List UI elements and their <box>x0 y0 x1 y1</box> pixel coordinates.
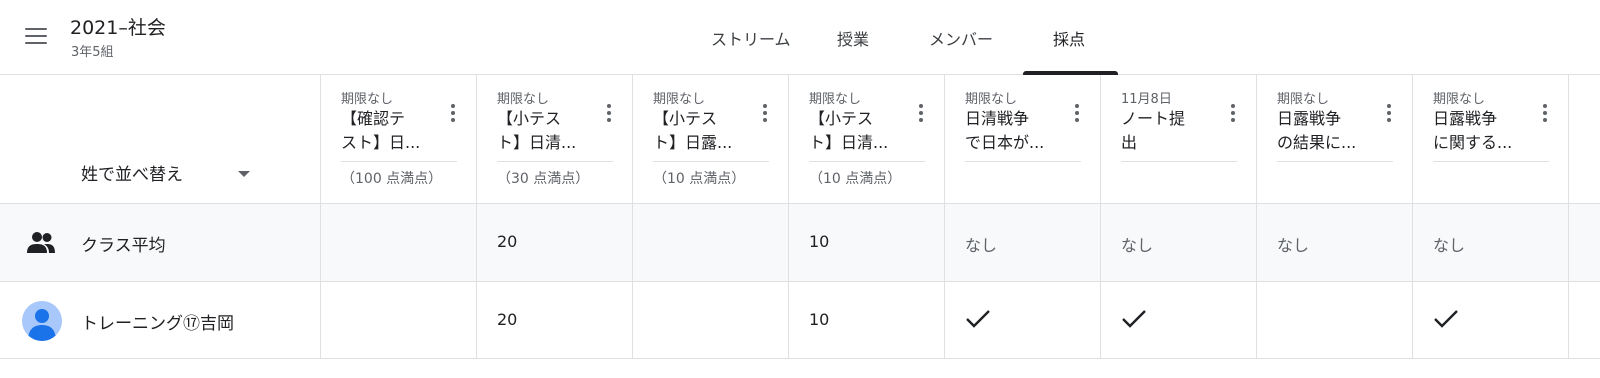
class-section: 3年5組 <box>71 45 114 60</box>
due-date: 期限なし <box>653 92 706 107</box>
divider <box>653 161 769 162</box>
average-cell: 20 <box>477 204 633 281</box>
student-name[interactable]: トレーニング⑰吉岡 <box>81 309 234 334</box>
sort-header-cell: 姓で並べ替え <box>0 75 321 203</box>
assignment-header: 期限なし 【小テス ト】日清... （10 点満点） <box>789 75 945 203</box>
menu-icon-bar <box>25 35 47 37</box>
assignment-title[interactable]: 日露戦争 に関する... <box>1433 107 1537 155</box>
assignment-title[interactable]: 【小テス ト】日露... <box>653 107 757 155</box>
tab-stream[interactable]: ストリーム <box>695 0 837 75</box>
divider <box>1121 161 1237 162</box>
assignment-header: 期限なし 日清戦争 で日本が... <box>945 75 1101 203</box>
class-average-row: クラス平均 20 10 なし なし なし なし <box>0 204 1600 282</box>
grade-cell[interactable] <box>633 282 789 358</box>
due-date: 期限なし <box>809 92 862 107</box>
sort-by-last-name-select[interactable]: 姓で並べ替え <box>81 160 183 185</box>
due-date: 期限なし <box>965 92 1018 107</box>
assignment-header: 期限なし 【確認テ スト】日... （100 点満点） <box>321 75 477 203</box>
avatar-person-icon <box>28 309 56 341</box>
assignment-header: 期限なし 【小テス ト】日清... （30 点満点） <box>477 75 633 203</box>
assignment-header: 期限なし 日露戦争 に関する... <box>1413 75 1569 203</box>
average-cell <box>633 204 789 281</box>
divider <box>965 161 1081 162</box>
checkmark-icon <box>966 310 990 328</box>
assignment-header: 期限なし 日露戦争 の結果に... <box>1257 75 1413 203</box>
due-date: 期限なし <box>341 92 394 107</box>
main-menu-button[interactable] <box>20 20 52 52</box>
menu-icon-bar <box>25 28 47 30</box>
assignment-title[interactable]: 【小テス ト】日清... <box>497 107 601 155</box>
due-date: 期限なし <box>497 92 550 107</box>
grades-table: 姓で並べ替え 期限なし 【確認テ スト】日... （100 点満点） 期限なし 【… <box>0 75 1600 359</box>
assignment-header-row: 姓で並べ替え 期限なし 【確認テ スト】日... （100 点満点） 期限なし 【… <box>0 75 1600 204</box>
grade-cell[interactable] <box>1101 282 1257 358</box>
divider <box>1433 161 1549 162</box>
divider <box>341 161 457 162</box>
more-vert-icon[interactable] <box>445 101 461 125</box>
average-cell <box>321 204 477 281</box>
more-vert-icon[interactable] <box>1069 101 1085 125</box>
assignment-title[interactable]: 日露戦争 の結果に... <box>1277 107 1381 155</box>
average-cell: 10 <box>789 204 945 281</box>
grade-cell[interactable] <box>945 282 1101 358</box>
assignment-title[interactable]: 【小テス ト】日清... <box>809 107 913 155</box>
menu-icon-bar <box>25 42 47 44</box>
student-name-cell: トレーニング⑰吉岡 <box>0 282 321 358</box>
assignment-header: 期限なし 【小テス ト】日露... （10 点満点） <box>633 75 789 203</box>
grade-cell[interactable]: 20 <box>477 282 633 358</box>
grade-cell[interactable] <box>321 282 477 358</box>
tab-grades[interactable]: 採点 <box>1023 0 1145 75</box>
app-header: 2021–社会 3年5組 ストリーム 授業 メンバー 採点 <box>0 0 1600 75</box>
divider <box>497 161 613 162</box>
average-cell: なし <box>1413 204 1569 281</box>
more-vert-icon[interactable] <box>1381 101 1397 125</box>
due-date: 11月8日 <box>1121 92 1172 107</box>
class-title[interactable]: 2021–社会 <box>70 13 166 40</box>
class-average-label: クラス平均 <box>81 236 166 256</box>
max-points: （10 点満点） <box>653 171 746 187</box>
tab-classwork[interactable]: 授業 <box>837 0 929 75</box>
average-cell: なし <box>1257 204 1413 281</box>
average-cell: なし <box>945 204 1101 281</box>
checkmark-icon <box>1122 310 1146 328</box>
divider <box>809 161 925 162</box>
dropdown-arrow-icon[interactable] <box>238 171 250 177</box>
average-cell: なし <box>1101 204 1257 281</box>
max-points: （30 点満点） <box>497 171 590 187</box>
due-date: 期限なし <box>1433 92 1486 107</box>
assignment-header: 11月8日 ノート提出 <box>1101 75 1257 203</box>
student-row: トレーニング⑰吉岡 20 10 <box>0 282 1600 359</box>
class-average-name-cell: クラス平均 <box>0 204 321 281</box>
assignment-title[interactable]: ノート提出 <box>1121 107 1225 155</box>
more-vert-icon[interactable] <box>601 101 617 125</box>
max-points: （100 点満点） <box>341 171 443 187</box>
tab-bar: ストリーム 授業 メンバー 採点 <box>695 0 1145 75</box>
grade-cell[interactable] <box>1413 282 1569 358</box>
more-vert-icon[interactable] <box>1537 101 1553 125</box>
more-vert-icon[interactable] <box>757 101 773 125</box>
more-vert-icon[interactable] <box>913 101 929 125</box>
assignment-title[interactable]: 日清戦争 で日本が... <box>965 107 1069 155</box>
checkmark-icon <box>1434 310 1458 328</box>
people-icon <box>27 232 55 253</box>
more-vert-icon[interactable] <box>1225 101 1241 125</box>
grade-cell[interactable] <box>1257 282 1413 358</box>
max-points: （10 点満点） <box>809 171 902 187</box>
assignment-title[interactable]: 【確認テ スト】日... <box>341 107 445 155</box>
avatar <box>22 301 62 341</box>
tab-people[interactable]: メンバー <box>929 0 1053 75</box>
grade-cell[interactable]: 10 <box>789 282 945 358</box>
due-date: 期限なし <box>1277 92 1330 107</box>
divider <box>1277 161 1393 162</box>
